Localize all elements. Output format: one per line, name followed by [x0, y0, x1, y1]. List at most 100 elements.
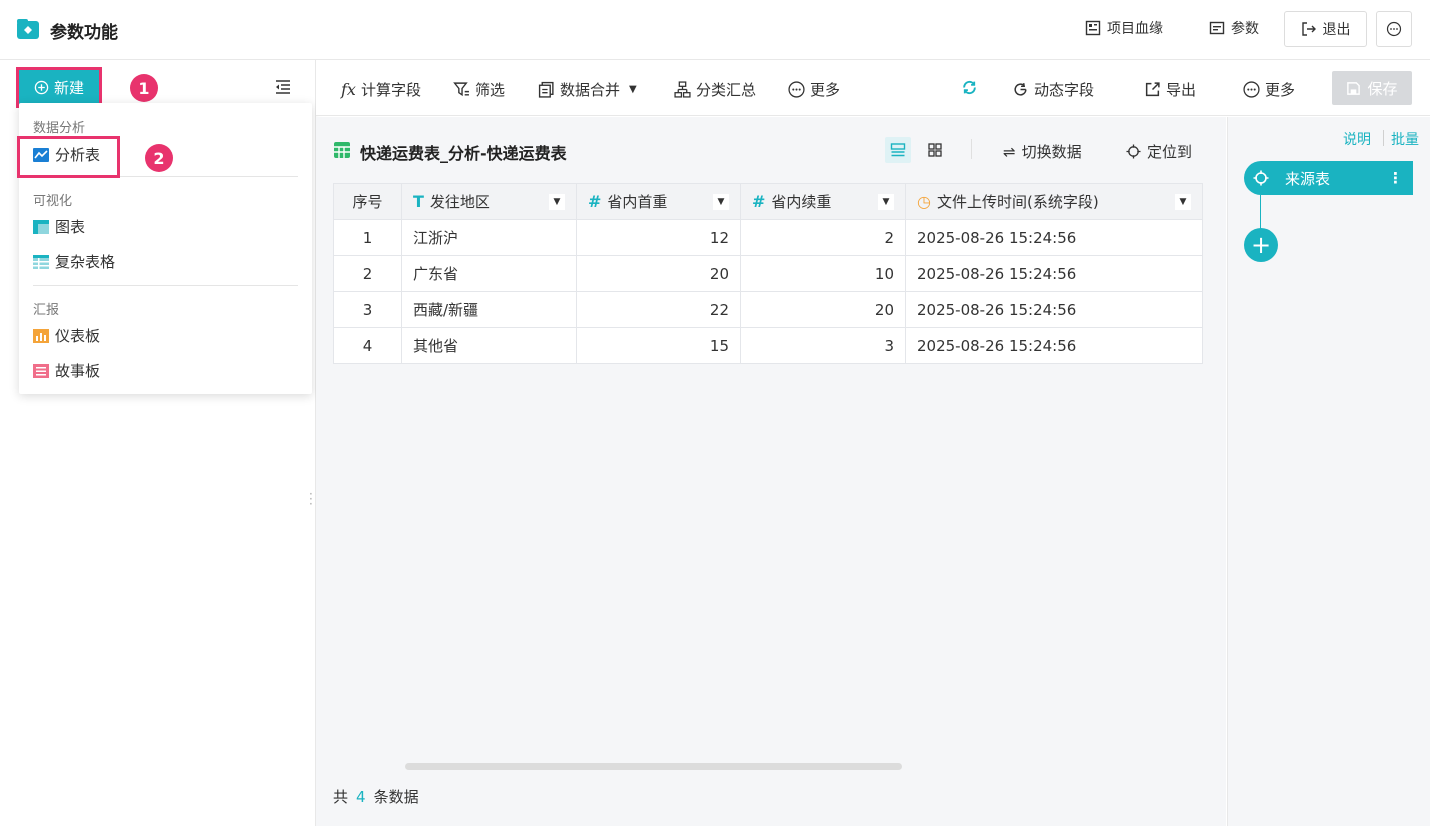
dynamic-field-label: 动态字段: [1034, 81, 1095, 99]
column-header-label: 省内续重: [771, 193, 832, 211]
export-button[interactable]: 导出: [1144, 79, 1196, 100]
data-merge-label: 数据合并: [560, 81, 621, 99]
column-header-extra-weight[interactable]: # 省内续重 ▼: [740, 183, 906, 220]
cell-extra-weight: 20: [740, 291, 906, 328]
node-menu-icon[interactable]: ⋮: [1388, 169, 1403, 187]
more-right-label: 更多: [1265, 81, 1296, 99]
cell-extra-weight: 3: [740, 327, 906, 364]
divider: [1383, 130, 1384, 146]
group-summary-button[interactable]: 分类汇总: [674, 79, 756, 100]
column-menu-icon[interactable]: ▼: [878, 193, 894, 210]
top-bar: 参数功能 项目血缘 参数 退出: [0, 0, 1430, 60]
group-summary-label: 分类汇总: [696, 81, 757, 99]
params-button[interactable]: 参数: [1209, 18, 1259, 38]
column-header-label: 文件上传时间(系统字段): [936, 193, 1099, 211]
more-right-button[interactable]: 更多: [1243, 79, 1295, 100]
step-badge-2: 2: [145, 144, 173, 172]
record-count-value: 4: [356, 788, 366, 806]
column-header-region[interactable]: T 发往地区 ▼: [401, 183, 577, 220]
column-menu-icon[interactable]: ▼: [549, 193, 565, 210]
grid-view-icon: [928, 143, 942, 157]
cell-first-weight: 22: [576, 291, 741, 328]
record-count: 共 4 条数据: [333, 786, 419, 807]
cell-region: 江浙沪: [401, 219, 577, 256]
group-summary-icon: [674, 81, 691, 98]
new-button-label: 新建: [53, 79, 84, 97]
table-row: 4 其他省 15 3 2025-08-26 15:24:56: [333, 327, 1203, 364]
menu-item-storyboard[interactable]: 故事板: [33, 360, 100, 381]
refresh-button[interactable]: [961, 79, 978, 96]
cell-first-weight: 20: [576, 255, 741, 292]
explain-link[interactable]: 说明: [1343, 129, 1371, 149]
menu-item-chart[interactable]: 图表: [33, 216, 85, 237]
app-logo-icon: [17, 19, 39, 39]
horizontal-scrollbar[interactable]: [405, 763, 902, 770]
cell-upload-time: 2025-08-26 15:24:56: [905, 219, 1203, 256]
highlight-box: [17, 136, 120, 178]
filter-label: 筛选: [475, 81, 506, 99]
divider: [971, 139, 972, 159]
table-header-row: 序号 T 发往地区 ▼ # 省内首重 ▼ # 省内续重 ▼ ◷ 文件上传时间(系统字段) ▼: [333, 183, 1203, 220]
node-connector: [1260, 195, 1261, 229]
list-view-button[interactable]: [885, 137, 911, 163]
column-header-label: 序号: [352, 193, 383, 211]
lineage-icon: [1085, 20, 1101, 36]
table-card: 快递运费表_分析-快递运费表 ⇌ 切换数据 定位到 序号 T 发往地区 ▼ # …: [316, 117, 1226, 826]
table-title: 快递运费表_分析-快递运费表: [360, 144, 567, 163]
record-count-prefix: 共: [333, 788, 349, 806]
menu-item-complex-table[interactable]: 复杂表格: [33, 251, 115, 272]
main-content: 快递运费表_分析-快递运费表 ⇌ 切换数据 定位到 序号 T 发往地区 ▼ # …: [316, 117, 1226, 826]
project-lineage-button[interactable]: 项目血缘: [1085, 18, 1163, 38]
locate-button[interactable]: 定位到: [1126, 141, 1192, 162]
source-table-node[interactable]: 来源表 ⋮: [1244, 161, 1413, 195]
add-step-button[interactable]: +: [1244, 228, 1278, 262]
save-label: 保存: [1367, 79, 1398, 98]
calc-field-label: 计算字段: [360, 81, 421, 99]
switch-data-button[interactable]: ⇌ 切换数据: [1003, 141, 1082, 162]
batch-link[interactable]: 批量: [1391, 129, 1419, 149]
menu-item-dashboard-label: 仪表板: [55, 327, 101, 345]
locate-label: 定位到: [1147, 143, 1193, 161]
more-dots-icon: [1386, 21, 1402, 37]
table-row: 3 西藏/新疆 22 20 2025-08-26 15:24:56: [333, 291, 1203, 328]
add-circle-icon: [34, 80, 49, 95]
exit-button[interactable]: 退出: [1284, 11, 1367, 47]
save-button[interactable]: 保存: [1332, 71, 1412, 105]
dynamic-field-button[interactable]: 动态字段: [1012, 79, 1094, 100]
storyboard-icon: [33, 363, 49, 378]
column-header-label: 省内首重: [607, 193, 668, 211]
more-dots-icon: [788, 81, 805, 98]
exit-icon: [1301, 22, 1316, 36]
column-header-upload-time[interactable]: ◷ 文件上传时间(系统字段) ▼: [905, 183, 1203, 220]
dashboard-icon: [33, 328, 49, 343]
panel-resize-handle[interactable]: · · ·: [309, 488, 313, 510]
calc-field-button[interactable]: fx 计算字段: [341, 79, 421, 100]
collapse-sidebar-icon[interactable]: [275, 79, 291, 95]
data-merge-button[interactable]: 数据合并 ▼: [538, 79, 637, 100]
column-menu-icon[interactable]: ▼: [713, 193, 729, 210]
cell-index: 1: [333, 219, 402, 256]
grid-view-button[interactable]: [922, 137, 948, 163]
data-table: 序号 T 发往地区 ▼ # 省内首重 ▼ # 省内续重 ▼ ◷ 文件上传时间(系统字段) ▼: [333, 183, 1203, 364]
cell-extra-weight: 2: [740, 219, 906, 256]
filter-button[interactable]: 筛选: [453, 79, 505, 100]
more-options-button[interactable]: [1376, 11, 1412, 47]
exit-label: 退出: [1322, 22, 1351, 38]
cell-extra-weight: 10: [740, 255, 906, 292]
column-menu-icon[interactable]: ▼: [1175, 193, 1191, 210]
more-left-label: 更多: [810, 81, 841, 99]
page-title: 参数功能: [50, 23, 118, 43]
new-button[interactable]: 新建: [16, 67, 102, 108]
refresh-icon: [963, 80, 976, 95]
menu-item-dashboard[interactable]: 仪表板: [33, 325, 100, 346]
number-type-icon: #: [752, 192, 766, 211]
column-header-first-weight[interactable]: # 省内首重 ▼: [576, 183, 741, 220]
menu-item-storyboard-label: 故事板: [55, 362, 101, 380]
more-left-button[interactable]: 更多: [788, 79, 840, 100]
cell-index: 4: [333, 327, 402, 364]
fx-icon: fx: [341, 80, 356, 99]
table-row: 2 广东省 20 10 2025-08-26 15:24:56: [333, 255, 1203, 292]
export-label: 导出: [1166, 81, 1197, 99]
list-view-icon: [890, 143, 906, 157]
cell-upload-time: 2025-08-26 15:24:56: [905, 291, 1203, 328]
